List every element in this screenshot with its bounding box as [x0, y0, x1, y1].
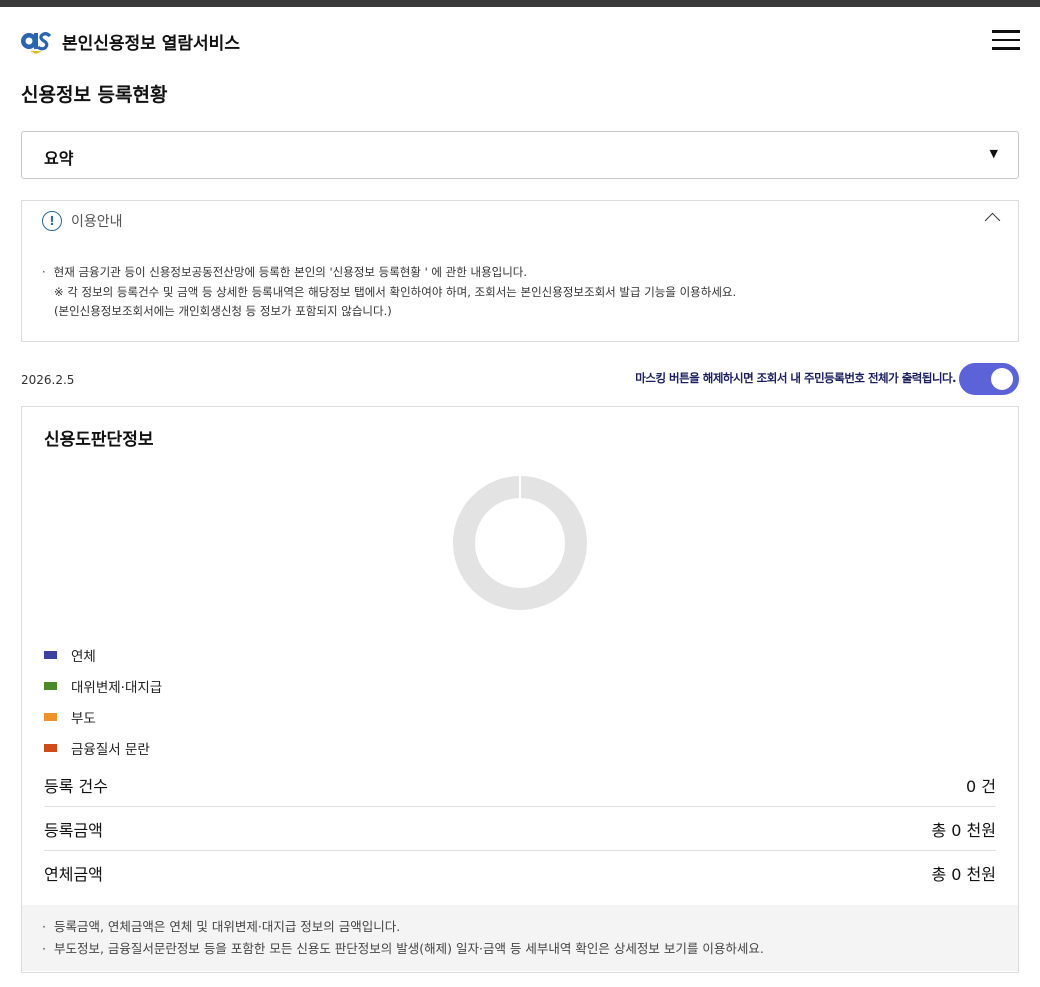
legend-item: 대위변제·대지급 [44, 670, 162, 701]
summary-row: 등록 건수 0 건 [44, 763, 996, 807]
legend-swatch [44, 650, 57, 659]
view-select[interactable]: 요약 ▼ [21, 131, 1019, 179]
usage-guide-header[interactable]: ! 이용안내 [42, 211, 123, 231]
header: 본인신용정보 열람서비스 [20, 26, 1020, 56]
guide-line: ※ 각 정보의 등록건수 및 금액 등 상세한 등록내역은 해당정보 탭에서 확… [54, 284, 737, 299]
legend-label: 부도 [71, 710, 96, 727]
legend-swatch [44, 712, 57, 721]
legend-item: 금융질서 문란 [44, 732, 162, 763]
legend-swatch [44, 681, 57, 690]
inquiry-date: 2026.2.5 [21, 373, 75, 387]
legend-item: 부도 [44, 701, 162, 732]
legend-label: 대위변제·대지급 [71, 679, 163, 696]
donut-chart [453, 476, 587, 610]
row-value: 총 0 천원 [931, 864, 996, 884]
legend-swatch [44, 743, 57, 752]
footnotes: 등록금액, 연체금액은 연체 및 대위변제·대지급 정보의 금액입니다. 부도정… [22, 905, 1018, 971]
page-title: 신용정보 등록현황 [21, 84, 168, 106]
chart-legend: 연체 대위변제·대지급 부도 금융질서 문란 [44, 639, 162, 763]
row-value: 0 건 [966, 776, 996, 796]
row-label: 등록금액 [44, 820, 103, 840]
credit-judgment-card: 신용도판단정보 연체 대위변제·대지급 부도 금융질서 문란 등록 건수 0 건… [21, 406, 1019, 973]
legend-item: 연체 [44, 639, 162, 670]
summary-row: 등록금액 총 0 천원 [44, 807, 996, 851]
summary-row: 연체금액 총 0 천원 [44, 851, 996, 894]
caret-down-icon: ▼ [989, 147, 998, 160]
usage-guide-body: 현재 금융기관 등이 신용정보공동전산망에 등록한 본인의 '신용정보 등록현황… [42, 263, 737, 322]
top-bar [0, 0, 1040, 7]
card-title: 신용도판단정보 [44, 430, 154, 450]
row-value: 총 0 천원 [931, 820, 996, 840]
footnote: 부도정보, 금융질서문란정보 등을 포함한 모든 신용도 판단정보의 발생(해제… [42, 938, 764, 957]
toggle-knob [991, 368, 1013, 390]
brand-title: 본인신용정보 열람서비스 [62, 33, 240, 54]
view-select-value: 요약 [44, 149, 74, 168]
footnote: 등록금액, 연체금액은 연체 및 대위변제·대지급 정보의 금액입니다. [42, 916, 400, 935]
legend-label: 연체 [71, 648, 96, 665]
usage-guide-panel: ! 이용안내 현재 금융기관 등이 신용정보공동전산망에 등록한 본인의 '신용… [21, 200, 1019, 342]
guide-line: (본인신용정보조회서에는 개인회생신청 등 정보가 포함되지 않습니다.) [54, 304, 392, 318]
guide-line: 현재 금융기관 등이 신용정보공동전산망에 등록한 본인의 '신용정보 등록현황… [42, 263, 736, 283]
usage-guide-heading: 이용안내 [71, 214, 123, 230]
logo-icon [21, 32, 52, 54]
chevron-up-icon[interactable] [984, 212, 1001, 229]
menu-icon[interactable] [992, 30, 1020, 52]
row-label: 연체금액 [44, 864, 103, 884]
masking-toggle[interactable] [959, 363, 1019, 395]
masking-notice: 마스킹 버튼을 해제하시면 조회서 내 주민등록번호 전체가 출력됩니다. [635, 371, 956, 385]
row-label: 등록 건수 [44, 776, 108, 796]
legend-label: 금융질서 문란 [71, 741, 150, 758]
summary-rows: 등록 건수 0 건 등록금액 총 0 천원 연체금액 총 0 천원 [44, 763, 996, 894]
info-icon: ! [42, 211, 62, 231]
